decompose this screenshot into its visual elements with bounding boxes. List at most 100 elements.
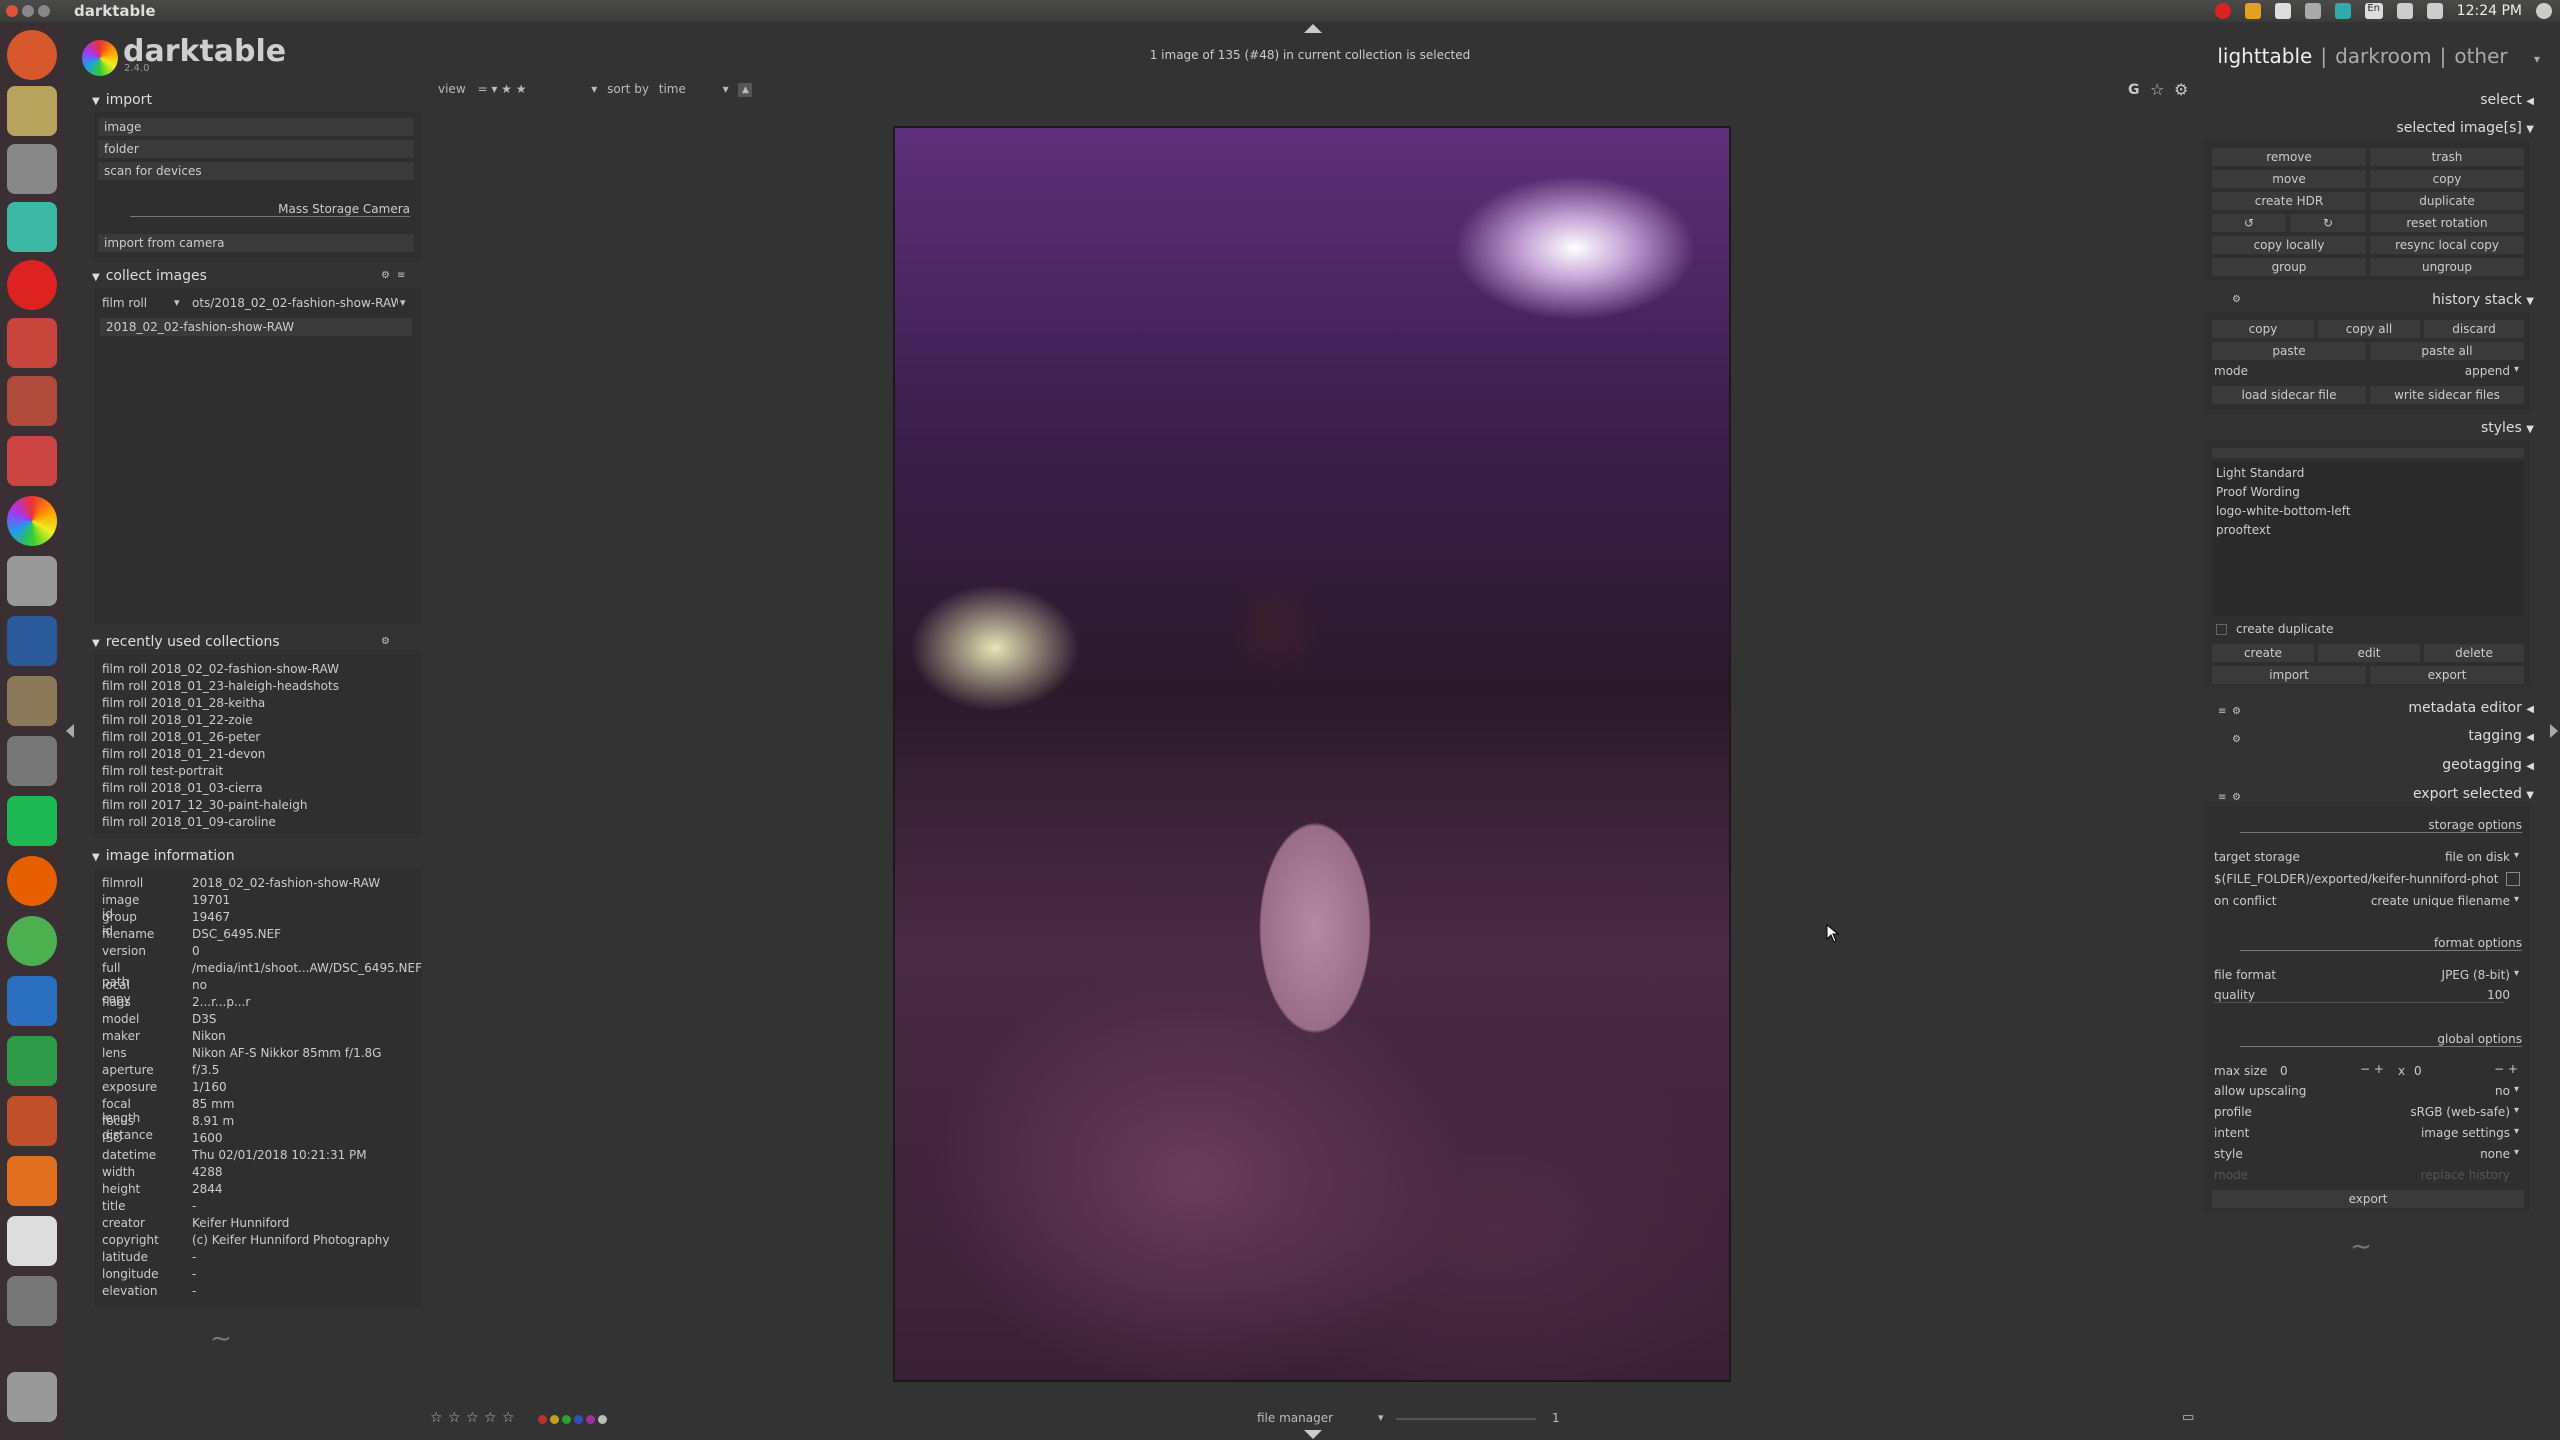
ubuntu-dash-icon[interactable] bbox=[7, 30, 57, 80]
recent-collection-item[interactable]: film roll 2018_01_23-haleigh-headshots bbox=[102, 679, 339, 693]
dropbox-icon[interactable] bbox=[2274, 3, 2291, 19]
style-delete-button[interactable]: delete bbox=[2424, 644, 2524, 662]
collapse-bottom-panel-icon[interactable] bbox=[1304, 1430, 1322, 1439]
quality-slider[interactable] bbox=[2214, 1002, 2504, 1003]
import-section-header[interactable]: ▼ import bbox=[92, 92, 152, 108]
recent-collection-item[interactable]: film roll 2018_01_09-caroline bbox=[102, 815, 276, 829]
import-from-camera-button[interactable]: import from camera bbox=[98, 234, 414, 252]
metadata-presets-icon[interactable]: ≡ bbox=[2218, 706, 2226, 717]
clock[interactable]: 12:24 PM bbox=[2457, 3, 2522, 19]
collect-path-field[interactable]: ots/2018_02_02-fashion-show-RAW bbox=[192, 296, 398, 310]
file-manager-icon[interactable] bbox=[7, 376, 57, 426]
webcam-icon[interactable] bbox=[7, 736, 57, 786]
on-conflict-dropdown[interactable]: create unique filename bbox=[2330, 894, 2510, 908]
style-dropdown[interactable]: none bbox=[2360, 1147, 2510, 1161]
recent-collection-item[interactable]: film roll 2018_01_26-peter bbox=[102, 730, 260, 744]
recent-collection-item[interactable]: film roll test-portrait bbox=[102, 764, 223, 778]
format-chevron-icon[interactable]: ▾ bbox=[2514, 968, 2519, 979]
style-import-button[interactable]: import bbox=[2212, 666, 2366, 684]
camera-app-icon[interactable] bbox=[7, 144, 57, 194]
tagging-reset-icon[interactable]: ⚙ bbox=[2232, 734, 2241, 745]
write-sidecar-button[interactable]: write sidecar files bbox=[2370, 386, 2524, 404]
notification-icon[interactable] bbox=[2244, 3, 2261, 19]
folder-browse-icon[interactable] bbox=[2506, 872, 2520, 886]
select-section-header[interactable]: select ◀ bbox=[2480, 92, 2534, 108]
collect-reset-icon[interactable]: ⚙ bbox=[381, 270, 390, 281]
style-list-item[interactable]: Proof Wording bbox=[2216, 485, 2300, 499]
minimize-window-button[interactable] bbox=[22, 5, 34, 17]
zoom-value[interactable]: 1 bbox=[1552, 1411, 1560, 1425]
styles-header[interactable]: styles ▼ bbox=[2481, 420, 2534, 436]
style-list-item[interactable]: Light Standard bbox=[2216, 466, 2304, 480]
create-duplicate-checkbox[interactable] bbox=[2216, 624, 2227, 635]
export-reset-icon[interactable]: ⚙ bbox=[2232, 792, 2241, 803]
sort-by-dropdown[interactable]: time bbox=[659, 82, 719, 96]
drive-icon[interactable] bbox=[7, 1276, 57, 1326]
max-height-input[interactable]: 0 bbox=[2414, 1064, 2494, 1078]
style-edit-button[interactable]: edit bbox=[2318, 644, 2420, 662]
style-list-item[interactable]: prooftext bbox=[2216, 523, 2271, 537]
history-paste-all-button[interactable]: paste all bbox=[2370, 342, 2524, 360]
conflict-chevron-icon[interactable]: ▾ bbox=[2514, 894, 2519, 905]
chrome-icon[interactable] bbox=[7, 916, 57, 966]
layout-dropdown[interactable]: file manager bbox=[1257, 1411, 1333, 1425]
intent-dropdown[interactable]: image settings bbox=[2360, 1126, 2510, 1140]
views-menu-chevron-icon[interactable]: ▾ bbox=[2534, 52, 2540, 66]
color-label-dot[interactable] bbox=[598, 1415, 607, 1424]
history-reset-icon[interactable]: ⚙ bbox=[2232, 294, 2241, 305]
view-darkroom[interactable]: darkroom bbox=[2335, 44, 2432, 68]
opera-icon[interactable] bbox=[7, 260, 57, 310]
rating-star-icon[interactable]: ☆ bbox=[484, 1410, 497, 1426]
zoom-slider[interactable] bbox=[1396, 1418, 1536, 1420]
darktable-launcher-icon[interactable] bbox=[7, 496, 57, 546]
collect-list-item[interactable]: 2018_02_02-fashion-show-RAW bbox=[100, 318, 412, 336]
trash-launcher-icon[interactable] bbox=[7, 1372, 57, 1422]
duplicate-button[interactable]: duplicate bbox=[2370, 192, 2524, 210]
history-paste-button[interactable]: paste bbox=[2212, 342, 2366, 360]
allow-upscaling-dropdown[interactable]: no bbox=[2400, 1084, 2510, 1098]
ungroup-button[interactable]: ungroup bbox=[2370, 258, 2524, 276]
reset-rotation-button[interactable]: reset rotation bbox=[2370, 214, 2524, 232]
calc-icon[interactable] bbox=[7, 1036, 57, 1086]
profile-dropdown[interactable]: sRGB (web-safe) bbox=[2360, 1105, 2510, 1119]
history-copy-button[interactable]: copy bbox=[2212, 320, 2314, 338]
history-discard-button[interactable]: discard bbox=[2424, 320, 2524, 338]
history-mode-dropdown[interactable]: append bbox=[2400, 364, 2510, 378]
view-lighttable[interactable]: lighttable bbox=[2217, 44, 2312, 68]
storage-chevron-icon[interactable]: ▾ bbox=[2514, 850, 2519, 861]
preferences-gear-icon[interactable]: ⚙ bbox=[2174, 80, 2188, 99]
move-button[interactable]: move bbox=[2212, 170, 2366, 188]
recent-collections-header[interactable]: ▼ recently used collections bbox=[92, 634, 280, 650]
color-label-dot[interactable] bbox=[550, 1415, 559, 1424]
rating-star-icon[interactable]: ☆ bbox=[502, 1410, 515, 1426]
max-width-input[interactable]: 0 bbox=[2280, 1064, 2360, 1078]
resync-local-copy-button[interactable]: resync local copy bbox=[2370, 236, 2524, 254]
export-selected-header[interactable]: export selected ▼ bbox=[2413, 786, 2534, 802]
color-label-dot[interactable] bbox=[574, 1415, 583, 1424]
export-path-field[interactable]: $(FILE_FOLDER)/exported/keifer-hunniford… bbox=[2214, 872, 2498, 886]
load-sidecar-button[interactable]: load sidecar file bbox=[2212, 386, 2366, 404]
close-window-button[interactable] bbox=[6, 5, 18, 17]
max-height-stepper-icon[interactable]: − + bbox=[2494, 1062, 2518, 1076]
grouping-g-icon[interactable]: G bbox=[2128, 82, 2140, 98]
keyboard-layout-icon[interactable]: En bbox=[2364, 3, 2383, 19]
printer-icon[interactable] bbox=[7, 318, 57, 368]
import-folder-button[interactable]: folder bbox=[98, 140, 414, 158]
collapse-left-panel-icon[interactable] bbox=[66, 724, 74, 738]
layout-chevron-icon[interactable]: ▾ bbox=[1378, 1411, 1384, 1424]
rating-star-icon[interactable]: ☆ bbox=[466, 1410, 479, 1426]
view-other[interactable]: other bbox=[2454, 44, 2507, 68]
history-stack-header[interactable]: history stack ▼ bbox=[2432, 292, 2534, 308]
recent-collection-item[interactable]: film roll 2018_02_02-fashion-show-RAW bbox=[102, 662, 339, 676]
collect-section-header[interactable]: ▼ collect images bbox=[92, 268, 207, 284]
export-presets-icon[interactable]: ≡ bbox=[2218, 792, 2226, 803]
copy-button[interactable]: copy bbox=[2370, 170, 2524, 188]
upscaling-chevron-icon[interactable]: ▾ bbox=[2514, 1084, 2519, 1095]
spotify-icon[interactable] bbox=[7, 796, 57, 846]
collapse-top-panel-icon[interactable] bbox=[1304, 24, 1322, 33]
image-thumbnail[interactable] bbox=[893, 126, 1731, 1382]
intent-chevron-icon[interactable]: ▾ bbox=[2514, 1126, 2519, 1137]
presentation-app-icon[interactable] bbox=[7, 86, 57, 136]
scan-devices-button[interactable]: scan for devices bbox=[98, 162, 414, 180]
remove-button[interactable]: remove bbox=[2212, 148, 2366, 166]
